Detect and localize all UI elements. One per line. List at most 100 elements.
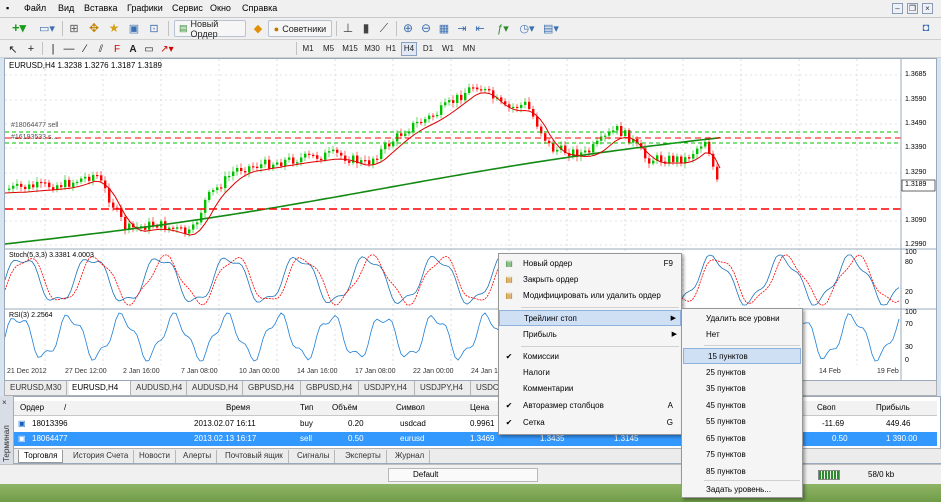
chart-tab-audusd-h4[interactable]: AUDUSD,H4 — [133, 381, 187, 395]
submenu-item-85[interactable]: 85 пунктов — [682, 464, 802, 480]
col-swap[interactable]: Своп — [817, 403, 836, 412]
tab-trade[interactable]: Торговля — [18, 450, 64, 463]
timeframe-h4[interactable]: H4 — [401, 42, 417, 56]
market-watch-icon[interactable]: ⊞ — [66, 20, 82, 36]
tab-signals[interactable]: Сигналы — [292, 450, 336, 463]
label-tool-icon[interactable]: ▭ — [142, 41, 156, 57]
channel-icon[interactable]: ⫽ — [94, 41, 108, 57]
minimize-icon[interactable]: – — [892, 3, 903, 14]
col-price[interactable]: Цена — [470, 403, 489, 412]
submenu-item-none[interactable]: Нет — [682, 327, 802, 343]
terminal-icon[interactable]: ▣ — [126, 20, 142, 36]
submenu-item-remove-all[interactable]: Удалить все уровни — [682, 311, 802, 327]
text-tool-icon[interactable]: A — [126, 41, 140, 57]
timeframe-m1[interactable]: M1 — [300, 42, 316, 56]
navigator-icon[interactable]: ★ — [106, 20, 122, 36]
cursor-icon[interactable]: ↖ — [6, 41, 20, 57]
menu-item-autosize-columns[interactable]: ✔ Авторазмер столбцов A — [499, 398, 681, 414]
menu-item-commissions[interactable]: ✔ Комиссии — [499, 349, 681, 365]
trendline-icon[interactable]: ⁄ — [78, 41, 92, 57]
menu-item-trailing-stop[interactable]: Трейлинг стоп ▶ — [499, 310, 681, 326]
advisors-button[interactable]: ● Советники — [268, 20, 332, 37]
menu-item-grid[interactable]: ✔ Сетка G — [499, 415, 681, 431]
templates-icon[interactable]: ▤▾ — [540, 20, 562, 36]
submenu-item-15[interactable]: 15 пунктов — [683, 348, 801, 364]
submenu-item-45[interactable]: 45 пунктов — [682, 398, 802, 414]
new-chart-icon[interactable]: +▾ — [6, 20, 32, 36]
chart-tab-eurusd-h4[interactable]: EURUSD,H4 — [69, 381, 131, 395]
tester-icon[interactable]: ⊡ — [146, 20, 162, 36]
tab-account-history[interactable]: История Счета — [68, 450, 135, 463]
chart-tab-usdjpy-h4-2[interactable]: USDJPY,H4 — [417, 381, 471, 395]
line-chart-icon[interactable]: ⟋ — [376, 20, 392, 36]
tab-news[interactable]: Новости — [134, 450, 176, 463]
tile-windows-icon[interactable]: ▦ — [436, 20, 452, 36]
submenu-item-25[interactable]: 25 пунктов — [682, 365, 802, 381]
profile-box[interactable]: Default — [388, 468, 538, 482]
zoom-in-icon[interactable]: ⊕ — [400, 20, 416, 36]
new-order-button[interactable]: ▤ Новый Ордер — [174, 19, 246, 39]
col-type[interactable]: Тип — [300, 403, 313, 412]
tab-mailbox[interactable]: Почтовый ящик — [220, 450, 289, 463]
submenu-item-35[interactable]: 35 пунктов — [682, 381, 802, 397]
bar-chart-icon[interactable]: ⊥ — [340, 20, 356, 36]
menu-window[interactable]: Окно — [210, 3, 231, 13]
autoscroll-icon[interactable]: ⇥ — [454, 20, 470, 36]
fibonacci-icon[interactable]: F — [110, 41, 124, 57]
chart-header: EURUSD,H4 1.3238 1.3276 1.3187 1.3189 — [9, 61, 162, 70]
timeframe-m15[interactable]: M15 — [340, 42, 360, 56]
tab-journal[interactable]: Журнал — [390, 450, 431, 463]
chart-tab-gbpusd-h4-2[interactable]: GBPUSD,H4 — [303, 381, 359, 395]
autotrading-icon[interactable]: ◆ — [250, 20, 266, 36]
zoom-out-icon[interactable]: ⊖ — [418, 20, 434, 36]
chart-shift-icon[interactable]: ⇤ — [472, 20, 488, 36]
profiles-icon[interactable]: ▭▾ — [36, 20, 58, 36]
timeframe-mn[interactable]: MN — [460, 42, 478, 56]
crosshair-icon[interactable]: + — [24, 41, 38, 57]
horizontal-line-icon[interactable]: — — [62, 41, 76, 57]
menu-item-taxes[interactable]: Налоги — [499, 365, 681, 381]
chart-tab-usdjpy-h4[interactable]: USDJPY,H4 — [361, 381, 415, 395]
restore-icon[interactable]: ❐ — [907, 3, 918, 14]
submenu-item-55[interactable]: 55 пунктов — [682, 414, 802, 430]
help-balloon-icon[interactable]: ◘ — [918, 20, 934, 36]
chart-tab-gbpusd-h4[interactable]: GBPUSD,H4 — [245, 381, 301, 395]
tab-alerts[interactable]: Алерты — [178, 450, 218, 463]
timeframe-w1[interactable]: W1 — [440, 42, 456, 56]
menu-file[interactable]: Файл — [24, 3, 46, 13]
col-sort-icon[interactable]: / — [64, 403, 66, 412]
timeframe-d1[interactable]: D1 — [420, 42, 436, 56]
menu-item-close-order[interactable]: ▤ Закрыть ордер — [499, 272, 681, 288]
menu-item-modify-order[interactable]: ▤ Модифицировать или удалить ордер — [499, 288, 681, 304]
chart-tab-audusd-h4-2[interactable]: AUDUSD,H4 — [189, 381, 243, 395]
menu-charts[interactable]: Графики — [127, 3, 163, 13]
data-window-icon[interactable]: ✥ — [86, 20, 102, 36]
tab-experts[interactable]: Эксперты — [340, 450, 387, 463]
col-time[interactable]: Время — [226, 403, 250, 412]
menu-item-new-order[interactable]: ▤ Новый ордер F9 — [499, 256, 681, 272]
close-icon[interactable]: × — [922, 3, 933, 14]
menu-help[interactable]: Справка — [242, 3, 277, 13]
indicators-icon[interactable]: ƒ▾ — [492, 20, 514, 36]
col-symbol[interactable]: Символ — [396, 403, 425, 412]
col-volume[interactable]: Объём — [332, 403, 358, 412]
terminal-close-icon[interactable]: × — [2, 398, 7, 407]
col-order[interactable]: Ордер — [20, 403, 44, 412]
arrows-tool-icon[interactable]: ↗▾ — [158, 41, 176, 57]
timeframe-m5[interactable]: M5 — [320, 42, 337, 56]
submenu-item-75[interactable]: 75 пунктов — [682, 447, 802, 463]
submenu-item-set-level[interactable]: Задать уровень... — [682, 482, 802, 498]
menu-insert[interactable]: Вставка — [84, 3, 117, 13]
candles-icon[interactable]: ▮ — [358, 20, 374, 36]
submenu-item-65[interactable]: 65 пунктов — [682, 431, 802, 447]
col-profit[interactable]: Прибыль — [876, 403, 910, 412]
vertical-line-icon[interactable]: | — [46, 41, 60, 57]
timeframe-m30[interactable]: M30 — [362, 42, 382, 56]
chart-tab-eurusd-m30[interactable]: EURUSD,M30 — [7, 381, 67, 395]
periods-icon[interactable]: ◷▾ — [516, 20, 538, 36]
timeframe-h1[interactable]: H1 — [384, 42, 398, 56]
menu-tools[interactable]: Сервис — [172, 3, 203, 13]
menu-item-profit[interactable]: Прибыль ▶ — [499, 327, 681, 343]
menu-item-comments[interactable]: Комментарии — [499, 381, 681, 397]
menu-view[interactable]: Вид — [58, 3, 74, 13]
